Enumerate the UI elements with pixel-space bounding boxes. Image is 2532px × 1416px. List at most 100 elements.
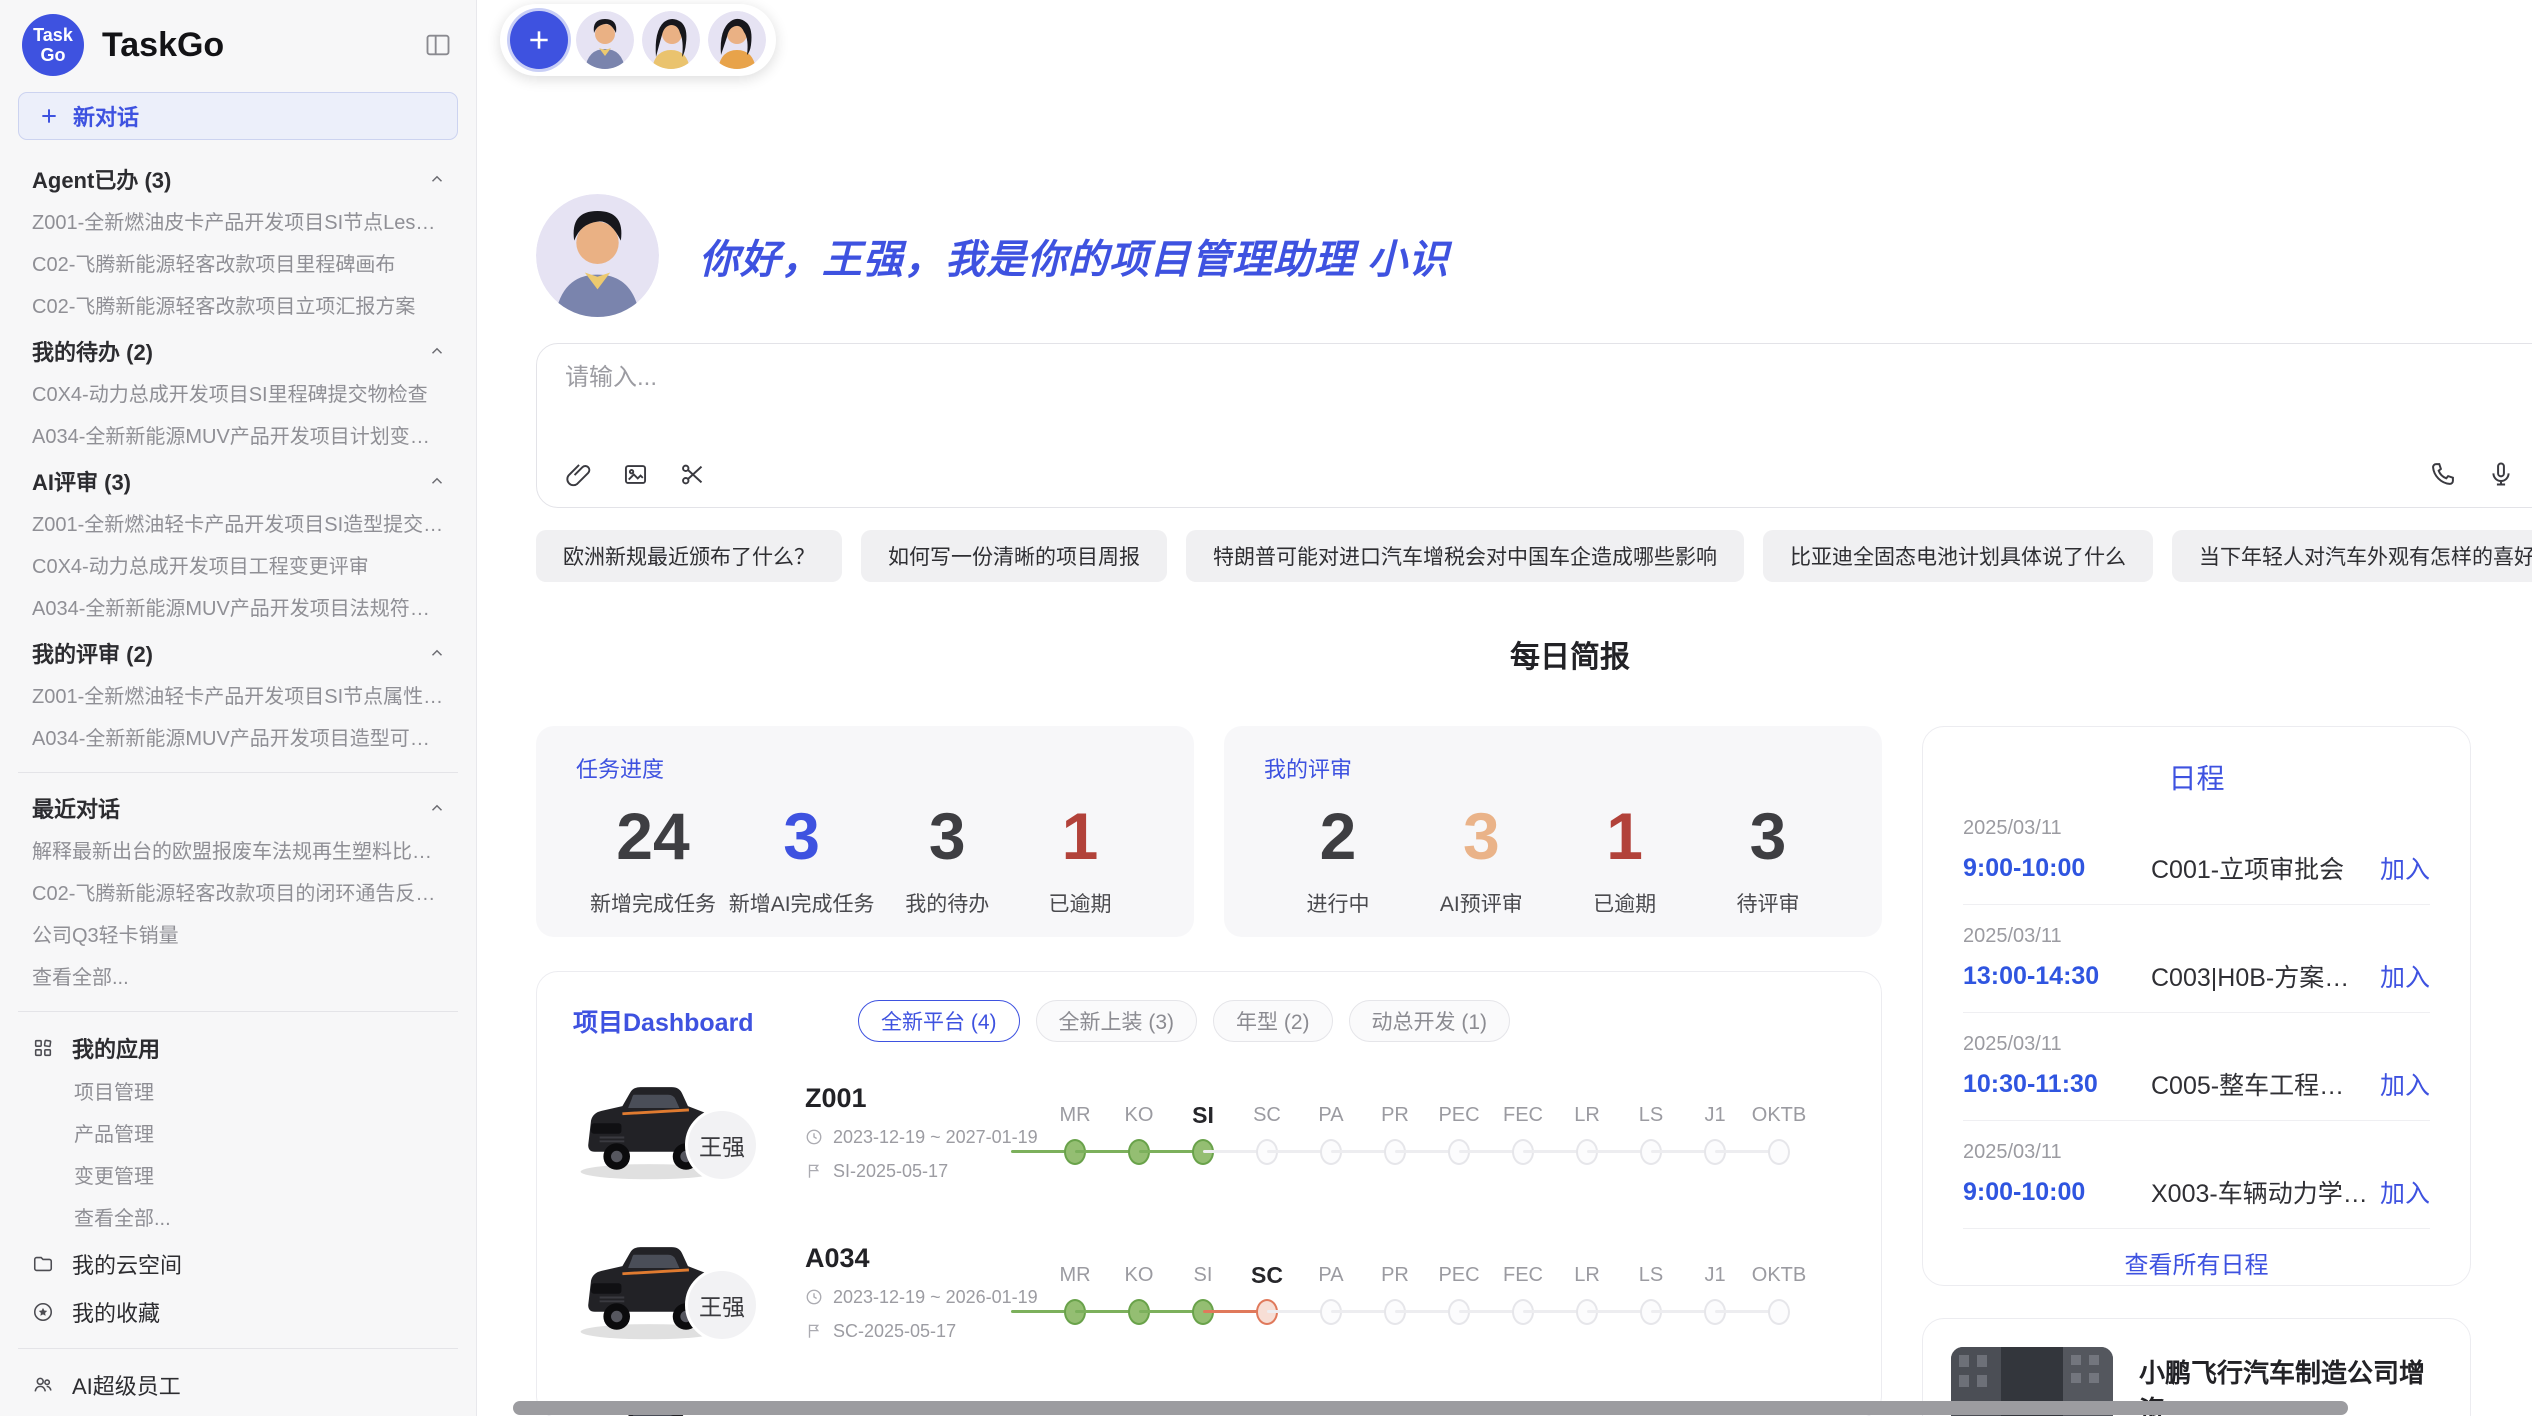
join-link[interactable]: 加入 — [2380, 958, 2430, 994]
section-agent-done[interactable]: Agent已办 (3) — [16, 156, 460, 202]
sidebar-collapse-icon[interactable] — [424, 31, 452, 59]
avatar[interactable] — [708, 11, 766, 69]
join-link[interactable]: 加入 — [2380, 850, 2430, 886]
voice-call-icon[interactable] — [2429, 460, 2457, 488]
sidebar-item-my-apps[interactable]: 我的应用 — [16, 1024, 460, 1072]
milestone-j1: J1 — [1683, 1258, 1747, 1332]
logo-line2: Go — [41, 45, 66, 65]
my-review-card: 我的评审 2进行中 3AI预评审 1已逾期 3待评审 — [1224, 726, 1882, 937]
divider — [18, 772, 458, 773]
recent-chat-item[interactable]: 公司Q3轻卡销量 — [16, 915, 460, 957]
sidebar-header: Task Go TaskGo — [16, 0, 460, 88]
view-all-schedule-link[interactable]: 查看所有日程 — [1963, 1245, 2430, 1280]
project-dates: 2023-12-19 ~ 2026-01-19 — [833, 1287, 1038, 1308]
section-ai-review[interactable]: AI评审 (3) — [16, 458, 460, 504]
milestone-label: KO — [1107, 1258, 1171, 1292]
sidebar-item-ai-employee[interactable]: AI超级员工 — [16, 1361, 460, 1409]
milestone-label: LR — [1555, 1258, 1619, 1292]
stat-label: 已逾期 — [1565, 888, 1685, 918]
horizontal-scrollbar[interactable] — [513, 1401, 2348, 1415]
stat-label: 新增AI完成任务 — [729, 888, 875, 918]
stat-value: 3 — [729, 798, 875, 874]
milestone-oktb: OKTB — [1747, 1098, 1811, 1172]
project-dashboard-card: 项目Dashboard 全新平台 (4) 全新上装 (3) 年型 (2) 动总开… — [536, 971, 1882, 1416]
sidebar-item-product-mgmt[interactable]: 产品管理 — [16, 1114, 460, 1156]
join-link[interactable]: 加入 — [2380, 1066, 2430, 1102]
schedule-item: 2025/03/11 9:00-10:00 C001-立项审批会 加入 — [1963, 797, 2430, 905]
schedule-date: 2025/03/11 — [1963, 1033, 2430, 1056]
milestone-track: MRKOSISCPAPRPECFECLRLSJ1OKTB — [1043, 1092, 1845, 1172]
my-apps-label: 我的应用 — [72, 1032, 160, 1064]
conversation-item[interactable]: A034-全新新能源MUV产品开发项目计划变更类编写 — [16, 416, 460, 458]
sidebar-item-change-mgmt[interactable]: 变更管理 — [16, 1156, 460, 1198]
conversation-item[interactable]: C02-飞腾新能源轻客改款项目里程碑画布 — [16, 244, 460, 286]
conversation-item[interactable]: A034-全新新能源MUV产品开发项目造型可行性评审 — [16, 718, 460, 760]
avatar[interactable] — [576, 11, 634, 69]
sidebar-item-cloud-space[interactable]: 我的云空间 — [16, 1240, 460, 1288]
project-code: Z001 — [805, 1083, 1043, 1114]
section-label: 最近对话 — [32, 792, 120, 824]
schedule-name: X003-车辆动力学性能验... — [2151, 1174, 2368, 1210]
chevron-up-icon — [428, 170, 446, 188]
chat-input[interactable] — [565, 364, 2532, 392]
conversation-item[interactable]: C02-飞腾新能源轻客改款项目立项汇报方案 — [16, 286, 460, 328]
section-label: 我的待办 (2) — [32, 335, 153, 367]
milestone-label: LR — [1555, 1098, 1619, 1132]
tab-powertrain[interactable]: 动总开发 (1) — [1349, 1000, 1511, 1042]
chat-input-box — [536, 343, 2532, 508]
suggestion-chip[interactable]: 比亚迪全固态电池计划具体说了什么 — [1763, 530, 2153, 582]
milestone-fec: FEC — [1491, 1258, 1555, 1332]
attachment-icon[interactable] — [565, 461, 592, 488]
suggestion-chip[interactable]: 特朗普可能对进口汽车增税会对中国车企造成哪些影响 — [1186, 530, 1744, 582]
image-upload-icon[interactable] — [622, 461, 649, 488]
sidebar-item-project-mgmt[interactable]: 项目管理 — [16, 1072, 460, 1114]
milestone-ls: LS — [1619, 1098, 1683, 1172]
tab-model-year[interactable]: 年型 (2) — [1213, 1000, 1333, 1042]
conversation-item[interactable]: C0X4-动力总成开发项目SI里程碑提交物检查 — [16, 374, 460, 416]
milestone-label: PEC — [1427, 1098, 1491, 1132]
conversation-item[interactable]: Z001-全新燃油皮卡产品开发项目SI节点Lesson Learn报告 — [16, 202, 460, 244]
apps-view-all[interactable]: 查看全部... — [16, 1198, 460, 1240]
new-session-button[interactable] — [510, 11, 568, 69]
section-label: 我的评审 (2) — [32, 637, 153, 669]
suggestion-chip[interactable]: 欧洲新规最近颁布了什么？ — [536, 530, 842, 582]
conversation-item[interactable]: A034-全新新能源MUV产品开发项目法规符合性评审 — [16, 588, 460, 630]
conversation-item[interactable]: Z001-全新燃油轻卡产品开发项目SI节点属性5D文件评审 — [16, 676, 460, 718]
section-my-review[interactable]: 我的评审 (2) — [16, 630, 460, 676]
section-recent-chats[interactable]: 最近对话 — [16, 785, 460, 831]
milestone-label: PR — [1363, 1258, 1427, 1292]
scissors-icon[interactable] — [679, 461, 706, 488]
section-my-todo[interactable]: 我的待办 (2) — [16, 328, 460, 374]
sidebar: Task Go TaskGo 新对话 Agent已办 (3) Z001-全新燃油… — [0, 0, 477, 1416]
suggestion-chip[interactable]: 如何写一份清晰的项目周报 — [861, 530, 1167, 582]
recent-view-all[interactable]: 查看全部... — [16, 957, 460, 999]
conversation-item[interactable]: Z001-全新燃油轻卡产品开发项目SI造型提交物评审 — [16, 504, 460, 546]
stat-label: AI预评审 — [1421, 888, 1541, 918]
conversation-item[interactable]: C0X4-动力总成开发项目工程变更评审 — [16, 546, 460, 588]
milestone-label: LS — [1619, 1258, 1683, 1292]
project-row[interactable]: 王强 A034 2023-12-19 ~ 2026-01-19 SC-2025-… — [573, 1222, 1845, 1362]
tab-new-platform[interactable]: 全新平台 (4) — [858, 1000, 1020, 1042]
sidebar-item-favorites[interactable]: 我的收藏 — [16, 1288, 460, 1336]
schedule-time: 10:30-11:30 — [1963, 1070, 2151, 1099]
new-chat-button[interactable]: 新对话 — [18, 92, 458, 140]
stat-label: 我的待办 — [887, 888, 1007, 918]
avatar[interactable] — [642, 11, 700, 69]
recent-chat-item[interactable]: 解释最新出台的欧盟报废车法规再生塑料比例被调至15%... — [16, 831, 460, 873]
schedule-time: 9:00-10:00 — [1963, 854, 2151, 883]
suggestion-chip[interactable]: 当下年轻人对汽车外观有怎样的喜好趋势 — [2172, 530, 2532, 582]
project-owner-badge: 王强 — [685, 1268, 759, 1342]
tab-new-body[interactable]: 全新上装 (3) — [1036, 1000, 1198, 1042]
milestone-label: SC — [1235, 1258, 1299, 1292]
project-row[interactable]: 王强 Z001 2023-12-19 ~ 2027-01-19 SI-2025-… — [573, 1062, 1845, 1202]
join-link[interactable]: 加入 — [2380, 1174, 2430, 1210]
schedule-item: 2025/03/11 9:00-10:00 X003-车辆动力学性能验... 加… — [1963, 1121, 2430, 1229]
sidebar-item-write-helper[interactable]: 帮我写作 — [16, 1409, 460, 1416]
milestone-label: KO — [1107, 1098, 1171, 1132]
microphone-icon[interactable] — [2487, 460, 2515, 488]
dashboard-tabs: 全新平台 (4) 全新上装 (3) 年型 (2) 动总开发 (1) — [858, 1000, 1510, 1042]
recent-chat-item[interactable]: C02-飞腾新能源轻客改款项目的闭环通告反馈情况 — [16, 873, 460, 915]
milestone-label: PEC — [1427, 1258, 1491, 1292]
stat-value: 1 — [1020, 798, 1140, 874]
schedule-item: 2025/03/11 10:30-11:30 C005-整车工程目标评审 加入 — [1963, 1013, 2430, 1121]
